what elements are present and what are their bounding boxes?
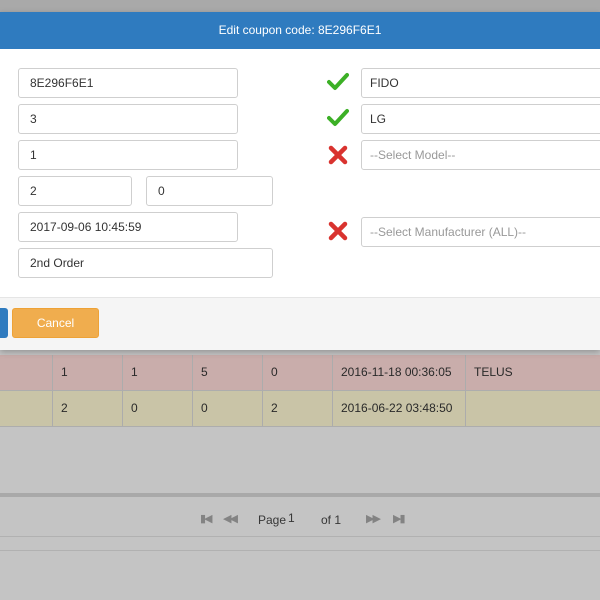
- number-field[interactable]: [146, 176, 273, 206]
- check-icon: [327, 109, 349, 126]
- cancel-button[interactable]: Cancel: [12, 308, 99, 338]
- modal-title: Edit coupon code: 8E296F6E1: [0, 12, 600, 49]
- modal-body: FIDO LG --Select Model-- --Select Manufa…: [0, 49, 600, 297]
- save-button[interactable]: [0, 308, 8, 338]
- datetime-field[interactable]: [18, 212, 238, 242]
- model-select[interactable]: --Select Model--: [361, 140, 600, 170]
- modal-footer: Cancel: [0, 297, 600, 350]
- order-field[interactable]: [18, 248, 273, 278]
- check-icon: [327, 73, 349, 90]
- model-select-placeholder: --Select Model--: [370, 148, 456, 162]
- coupon-code-field[interactable]: [18, 68, 238, 98]
- brand-select[interactable]: LG: [361, 104, 600, 134]
- carrier-select[interactable]: FIDO: [361, 68, 600, 98]
- manufacturer-select-placeholder: --Select Manufacturer (ALL)--: [370, 225, 527, 239]
- number-field[interactable]: [18, 104, 238, 134]
- number-field[interactable]: [18, 176, 132, 206]
- cross-icon: [328, 145, 348, 165]
- number-field[interactable]: [18, 140, 238, 170]
- edit-coupon-modal: Edit coupon code: 8E296F6E1 FIDO LG --: [0, 12, 600, 350]
- cross-icon: [328, 221, 348, 241]
- carrier-select-value: FIDO: [370, 76, 399, 90]
- manufacturer-select[interactable]: --Select Manufacturer (ALL)--: [361, 217, 600, 247]
- brand-select-value: LG: [370, 112, 387, 126]
